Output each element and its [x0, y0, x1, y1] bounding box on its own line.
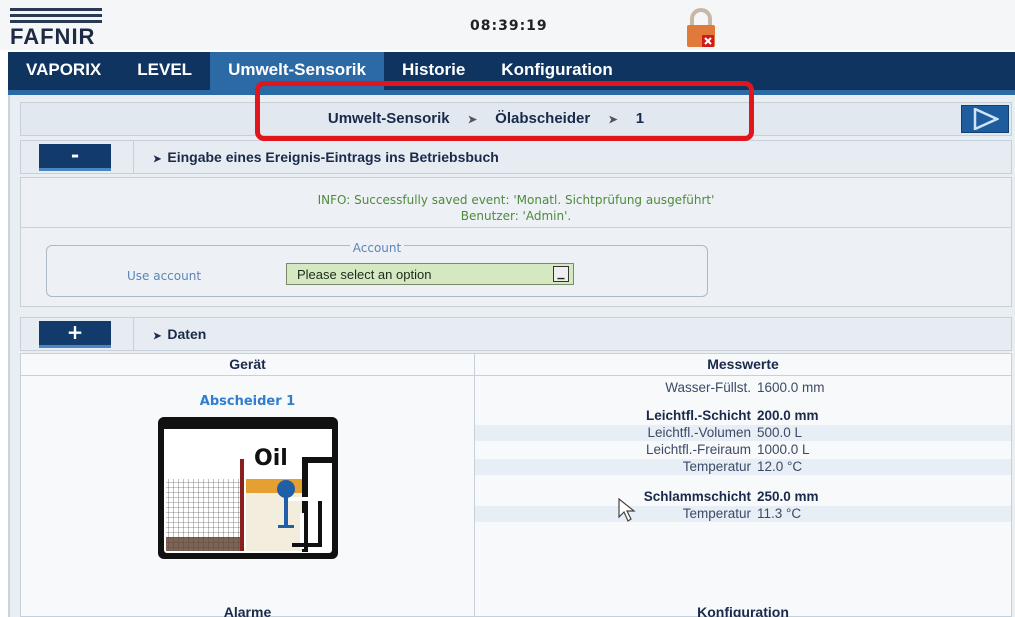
- measurement-row: Temperatur 11.3 °C: [475, 506, 1011, 522]
- dropdown-icon: ▁: [553, 266, 569, 282]
- event-section-header: - ➤ Eingabe eines Ereignis-Eintrags ins B…: [20, 140, 1012, 174]
- lock-icon[interactable]: [685, 8, 717, 48]
- account-fieldset: Account Use account Please select an opt…: [46, 241, 708, 297]
- fafnir-logo: FAFNIR: [10, 8, 110, 49]
- measurement-row: Leichtfl.-Volumen 500.0 L: [475, 425, 1011, 441]
- column-header-alarme: Alarme: [223, 604, 272, 617]
- measurement-row: Wasser-Füllst. 1600.0 mm: [665, 380, 825, 395]
- clock: 08:39:19: [470, 18, 548, 34]
- collapse-event-button[interactable]: -: [39, 144, 111, 171]
- data-section-title[interactable]: ➤ Daten: [153, 326, 206, 342]
- column-header-geraet: Gerät: [21, 354, 474, 376]
- tab-vaporix[interactable]: VAPORIX: [8, 52, 119, 90]
- use-account-label: Use account: [127, 269, 202, 283]
- info-highlight-frame: [255, 81, 754, 141]
- measurement-row: Temperatur 12.0 °C: [475, 459, 1011, 475]
- column-header-konfiguration: Konfiguration: [697, 604, 789, 617]
- tank-oil-label: Oil: [254, 446, 288, 471]
- data-section-header: + ➤ Daten: [20, 317, 1012, 351]
- column-header-messwerte: Messwerte: [475, 354, 1011, 376]
- event-panel: INFO: Successfully saved event: 'Monatl.…: [20, 177, 1012, 307]
- account-select[interactable]: Please select an option ▁: [286, 263, 574, 285]
- mouse-cursor-icon: [618, 497, 636, 522]
- play-icon: [973, 108, 999, 130]
- arrow-icon: ➤: [153, 331, 162, 342]
- oil-separator-icon: Oil: [158, 417, 338, 559]
- tab-level[interactable]: LEVEL: [119, 52, 210, 90]
- device-name-link[interactable]: Abscheider 1: [21, 394, 474, 409]
- info-message: INFO: Successfully saved event: 'Monatl.…: [317, 193, 715, 223]
- expand-data-button[interactable]: +: [39, 321, 111, 348]
- arrow-icon: ➤: [153, 154, 162, 165]
- top-bar: FAFNIR 08:39:19: [0, 0, 1015, 50]
- measurement-row: Leichtfl.-Schicht 200.0 mm: [645, 408, 819, 423]
- measurement-row: Schlammschicht 250.0 mm: [643, 489, 819, 504]
- event-section-title[interactable]: ➤ Eingabe eines Ereignis-Eintrags ins Bet…: [153, 149, 499, 165]
- next-button[interactable]: [961, 105, 1009, 133]
- info-row: INFO: Successfully saved event: 'Monatl.…: [21, 178, 1011, 228]
- main-content: Umwelt-Sensorik ➤ Ölabscheider ➤ 1 - ➤ Ei…: [8, 95, 1015, 617]
- data-table: Gerät Messwerte Abscheider 1 Oil Wasser-…: [20, 353, 1012, 617]
- account-legend: Account: [349, 241, 405, 255]
- logo-text: FAFNIR: [10, 24, 96, 49]
- measurement-row: Leichtfl.-Freiraum 1000.0 L: [645, 442, 810, 457]
